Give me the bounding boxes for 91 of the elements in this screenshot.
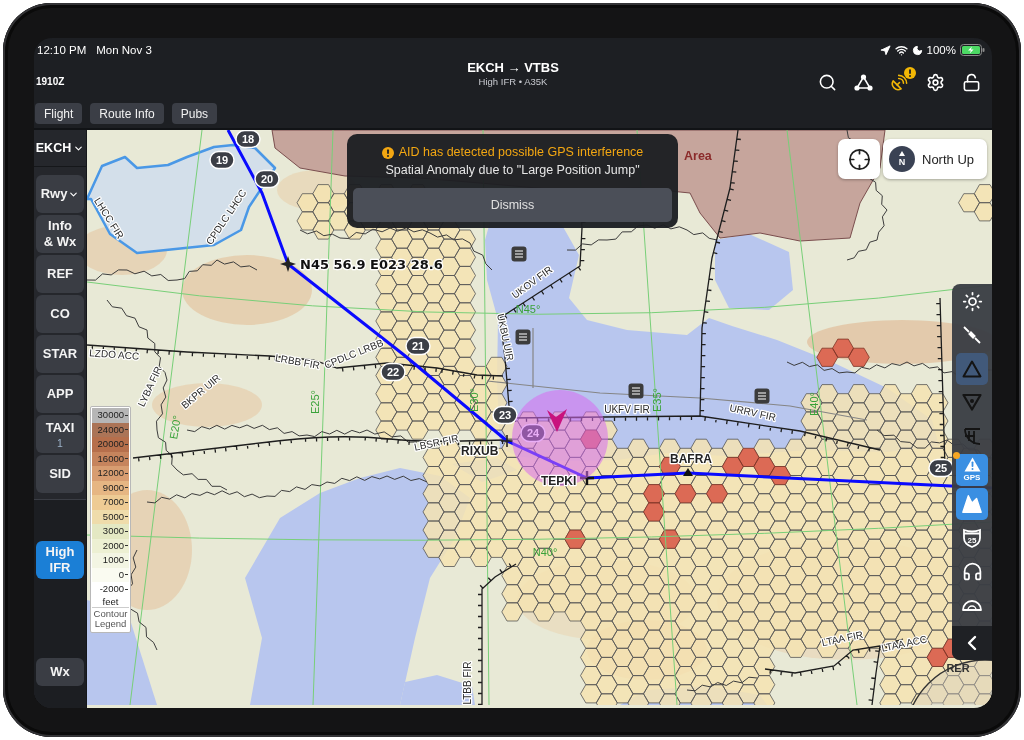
headphones-icon [961, 560, 983, 582]
fir-label: UKFV FIR [604, 404, 650, 415]
fir-label: LZDO ACC [88, 347, 140, 362]
sidebar-button[interactable]: CO [36, 295, 84, 333]
contour-band: 20000 [92, 437, 129, 452]
inverted-triangle-icon [962, 393, 982, 412]
sidebar-button[interactable]: REF [36, 255, 84, 293]
fir-label: LRBB FIR [274, 352, 321, 371]
dropdown-button[interactable]: Rwy [36, 175, 84, 213]
compass-dial: N [889, 146, 915, 172]
route-marker: 20 [254, 169, 280, 189]
sun-icon [961, 290, 983, 312]
globe-quarter-icon [962, 426, 982, 446]
cross-waypoint-icon [500, 434, 514, 448]
fir-label: URRV FIR [728, 402, 777, 423]
cross-waypoint-icon [578, 469, 596, 487]
tab-button[interactable]: Pubs [171, 103, 218, 124]
route-subtitle: High IFR • A35K [478, 76, 548, 88]
status-date: Mon Nov 3 [96, 43, 152, 57]
tab-button[interactable]: Flight [35, 103, 83, 124]
grid-label: E25° [309, 390, 321, 414]
contour-band: 7000 [92, 495, 129, 510]
fir-label: LYBA FIR [135, 364, 164, 409]
slanted-line-icon [963, 325, 981, 344]
wifi-icon [894, 43, 908, 57]
grid-label: N45° [515, 303, 541, 315]
fir-label: LBSR FIR [413, 432, 460, 453]
country-border [686, 676, 758, 692]
settings-icon[interactable] [926, 73, 945, 92]
protractor-icon [962, 599, 982, 612]
fir-label: LTAA FIR [820, 628, 864, 649]
fir-label: LTBB FIR [462, 661, 473, 705]
grid-label: E30° [468, 388, 480, 412]
fir-label: LTAA ACC [880, 633, 929, 654]
battery-percent: 100% [926, 43, 956, 57]
airport-dropdown[interactable]: EKCH [34, 130, 86, 167]
route-marker: 21 [405, 336, 431, 356]
sidebar-button[interactable]: APP [36, 375, 84, 413]
unlocked-padlock-icon[interactable] [962, 73, 981, 92]
location-arrow-icon [879, 44, 891, 56]
contour-band: 12000 [92, 466, 129, 481]
triangle-icon [962, 359, 982, 378]
route-marker: 22 [380, 362, 406, 382]
fir-label: UKBU UIR [495, 312, 516, 362]
layer-button[interactable]: High IFR [36, 541, 84, 579]
warning-icon [963, 457, 981, 473]
route-marker: 18 [235, 130, 261, 149]
sidebar-button[interactable]: TAXI 1 [36, 415, 84, 453]
zulu-time: 1910Z [36, 76, 65, 88]
triangle-waypoint-icon [683, 468, 693, 476]
contour-band: 1000 [92, 553, 129, 568]
status-time: 12:10 PM [37, 43, 87, 57]
shield-icon [962, 527, 982, 548]
battery-icon [960, 44, 985, 56]
warning-circle-icon [381, 146, 394, 159]
connected-nodes-icon[interactable] [854, 74, 873, 91]
locate-button[interactable] [838, 139, 880, 179]
route-marker: 24 [520, 423, 546, 443]
aircraft-arrow-icon [547, 409, 567, 432]
alert-title: AID has detected possible GPS interference [398, 145, 644, 160]
dismiss-button[interactable]: Dismiss [353, 188, 672, 222]
route-title: EKCH → VTBS [467, 60, 559, 75]
grid-label: E40° [808, 392, 820, 416]
alert-message: Spatial Anomaly due to "Large Position Jump" [385, 163, 640, 178]
contour-band: 3000 [92, 524, 129, 539]
satellite-dish-icon[interactable] [890, 73, 909, 92]
layer-button[interactable]: Wx [36, 658, 84, 686]
route-marker: 25 [928, 458, 954, 478]
sidebar-button[interactable]: SID [36, 455, 84, 493]
waypoint-label: TEPKI [541, 474, 577, 488]
map-tool-button[interactable] [956, 487, 988, 520]
route-marker: 23 [492, 405, 518, 425]
sidebar-button[interactable]: STAR [36, 335, 84, 373]
north-up-button[interactable]: N North Up [883, 139, 987, 179]
coordinate-label: N45 56.9 E023 28.6 [300, 257, 443, 272]
contour-band: 30000 [92, 408, 129, 423]
collapse-button[interactable] [952, 626, 992, 660]
legend-unit: feet [101, 596, 120, 607]
moon-icon [911, 44, 923, 56]
route-marker: 19 [209, 150, 235, 170]
map-tool-button[interactable]: 25 [956, 521, 988, 554]
sidebar-button[interactable]: Info & Wx [36, 215, 84, 253]
mountain-icon [961, 492, 983, 515]
grid-label: E20° [167, 414, 184, 441]
area-label: Area [684, 149, 712, 163]
tab-button[interactable]: Route Info [90, 103, 164, 124]
legend-title: Contour Legend [92, 606, 129, 631]
crosshair-icon [847, 147, 871, 171]
grid-label: E35° [651, 388, 663, 412]
star-waypoint-icon [280, 256, 296, 272]
search-icon[interactable] [818, 73, 837, 92]
